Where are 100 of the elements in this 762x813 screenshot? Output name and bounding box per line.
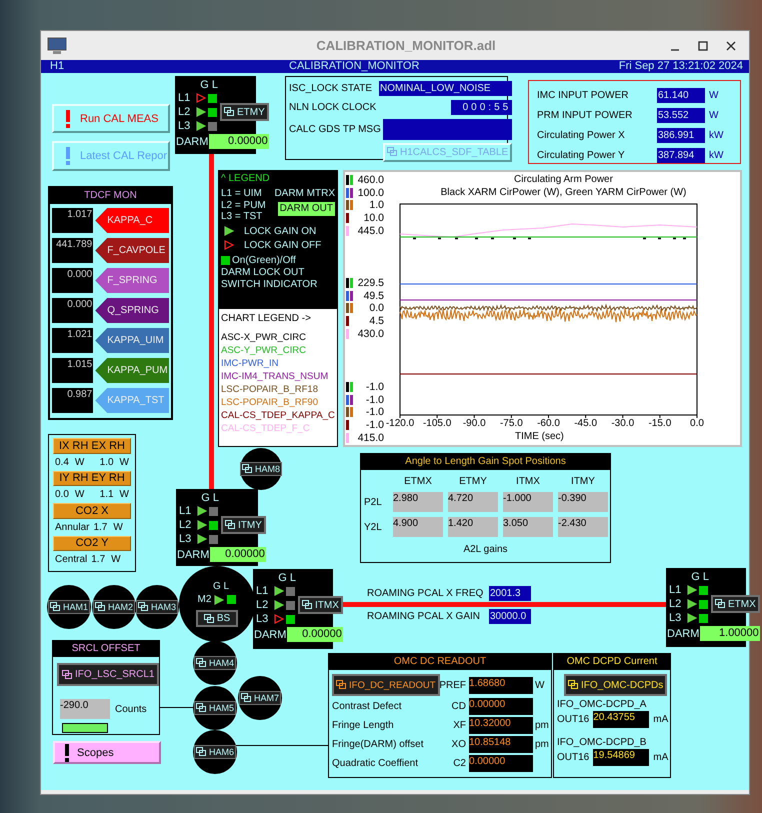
legend-text: On(Green)/Off xyxy=(232,254,296,266)
stage-label: L2 xyxy=(669,598,682,610)
stage-label: L2 xyxy=(179,519,192,531)
channel-name: LSC-POPAIR_B_RF18 xyxy=(221,383,319,396)
unit-label: pm xyxy=(534,739,549,750)
value-readout: 2.980 xyxy=(393,492,443,512)
field-label: PRM INPUT POWER xyxy=(537,110,634,120)
related-display-button[interactable]: IFO_DC_READOUT xyxy=(332,674,440,696)
window-stack-icon xyxy=(302,600,313,610)
arrow-display-button[interactable]: KAPPA_PUM xyxy=(95,358,169,383)
related-display-button[interactable]: ETMX xyxy=(711,595,760,613)
value-readout: 0.00000 xyxy=(469,698,533,715)
field-label: C2 xyxy=(452,758,467,769)
field-label: Fringe(DARM) offset xyxy=(332,739,425,750)
value-readout: 0.00000 xyxy=(469,755,533,772)
legend-text: L3 = TST xyxy=(221,211,264,222)
field-label: DARM xyxy=(667,628,700,640)
related-display-button[interactable]: HAM6 xyxy=(194,745,236,759)
exclamation-icon xyxy=(65,744,69,762)
window-stack-icon xyxy=(196,658,207,668)
arrow-display-button[interactable]: KAPPA_C xyxy=(95,208,169,233)
value-readout: 4.900 xyxy=(393,517,443,537)
related-display-button[interactable]: HAM8 xyxy=(240,462,282,476)
unit-label: Counts xyxy=(115,704,147,714)
window-stack-icon xyxy=(196,747,207,757)
value-readout: 0.000 xyxy=(52,298,94,323)
unit-label: W xyxy=(709,110,720,120)
window-title: CALIBRATION_MONITOR.adl xyxy=(315,38,497,53)
arrow-display-button[interactable]: F_CAVPOLE xyxy=(95,238,169,263)
related-display-button[interactable]: IFO_LSC_SRCL1 xyxy=(57,663,160,686)
related-display-button[interactable]: ETMY xyxy=(220,103,269,121)
unit-label: W xyxy=(111,554,121,566)
minimize-icon xyxy=(670,48,680,50)
related-display-button[interactable]: HAM3 xyxy=(136,600,178,614)
field-label: NLN LOCK CLOCK xyxy=(289,102,378,112)
panel-title: SRCL OFFSET xyxy=(53,641,159,657)
related-display-button[interactable]: ITMY xyxy=(221,516,266,534)
panel-caption: A2L gains xyxy=(462,544,509,555)
axis-tick-label: -45.0 xyxy=(573,418,598,429)
column-header: G L xyxy=(690,570,710,582)
field-label: PREF xyxy=(439,680,467,690)
field-label: OUT16 xyxy=(557,714,590,725)
stage-label: L1 xyxy=(178,92,192,104)
value-readout: 10.85148 xyxy=(469,736,533,753)
field-label: DARM xyxy=(176,136,208,148)
heater-button[interactable]: CO2 X xyxy=(53,503,131,519)
column-header: ETMY xyxy=(458,476,488,487)
arrow-display-button[interactable]: KAPPA_UIM xyxy=(95,328,169,353)
value-readout: -2.430 xyxy=(558,517,608,537)
axis-label: 1.0 xyxy=(368,199,384,212)
axis-tick-label: -15.0 xyxy=(647,418,672,429)
channel-name: IMC-PWR_IN xyxy=(221,357,280,370)
reading-label: Central xyxy=(55,554,88,566)
window-stack-icon xyxy=(568,680,579,690)
unit-label: pm xyxy=(534,720,549,731)
axis-label: 10.0 xyxy=(362,212,384,224)
reading-label: Annular xyxy=(55,522,90,533)
related-display-button[interactable]: BS xyxy=(196,610,238,627)
related-display-button[interactable]: HAM2 xyxy=(92,600,135,614)
value-readout: 30000.0 xyxy=(489,609,531,624)
window-stack-icon xyxy=(387,147,398,157)
value-readout: 0.000 xyxy=(52,268,94,293)
related-display-button[interactable]: ITMX xyxy=(298,596,343,614)
field-label: ISC_LOCK STATE xyxy=(289,82,373,94)
related-display-button[interactable]: HAM1 xyxy=(48,600,90,614)
legend-text: LOCK GAIN OFF xyxy=(244,240,322,250)
unit-label: W xyxy=(120,489,129,500)
related-display-button[interactable]: HAM5 xyxy=(194,701,236,715)
related-display-button[interactable]: HAM7 xyxy=(238,691,281,705)
window-stack-icon xyxy=(94,602,106,612)
related-display-button[interactable]: HAM4 xyxy=(194,656,236,670)
related-display-button[interactable]: IFO_OMC-DCPDs xyxy=(564,674,668,696)
scopes-button[interactable]: Scopes xyxy=(53,741,161,764)
column-header: ITMX xyxy=(515,476,541,487)
column-header: G L xyxy=(212,581,230,592)
axis-label: 49.5 xyxy=(362,290,384,302)
field-label: Circulating Power Y xyxy=(537,150,626,160)
value-readout: -1.000 xyxy=(503,492,553,512)
screen-title: CALIBRATION_MONITOR xyxy=(289,60,420,73)
channel-name: IFO_OMC-DCPD_B xyxy=(557,737,646,748)
unit-label: W xyxy=(534,680,546,690)
heater-button[interactable]: IX RH EX RH xyxy=(53,438,131,454)
unit-label: kW xyxy=(709,150,724,160)
panel-title: Angle to Length Gain Spot Positions xyxy=(361,454,610,470)
panel-title: TDCF MON xyxy=(50,188,171,204)
panel-title: OMC DCPD Current xyxy=(554,654,670,670)
field-label: Fringe Length xyxy=(332,720,395,731)
heater-button[interactable]: IY RH EY RH xyxy=(53,470,131,486)
value-readout: NOMINAL_LOW_NOISE xyxy=(379,80,512,96)
exclamation-icon xyxy=(66,147,70,165)
window-stack-icon xyxy=(336,680,347,690)
arrow-display-button[interactable]: Q_SPRING xyxy=(95,298,169,323)
exclamation-icon xyxy=(66,110,70,128)
heater-button[interactable]: CO2 Y xyxy=(53,536,131,552)
reading-value: 1.1 xyxy=(100,489,114,500)
field-label: Circulating Power X xyxy=(537,130,626,140)
value-readout: 387.894 xyxy=(657,148,705,162)
arrow-display-button[interactable]: F_SPRING xyxy=(95,268,169,293)
site-label: H1 xyxy=(50,60,64,73)
field-label: CD xyxy=(450,701,467,712)
